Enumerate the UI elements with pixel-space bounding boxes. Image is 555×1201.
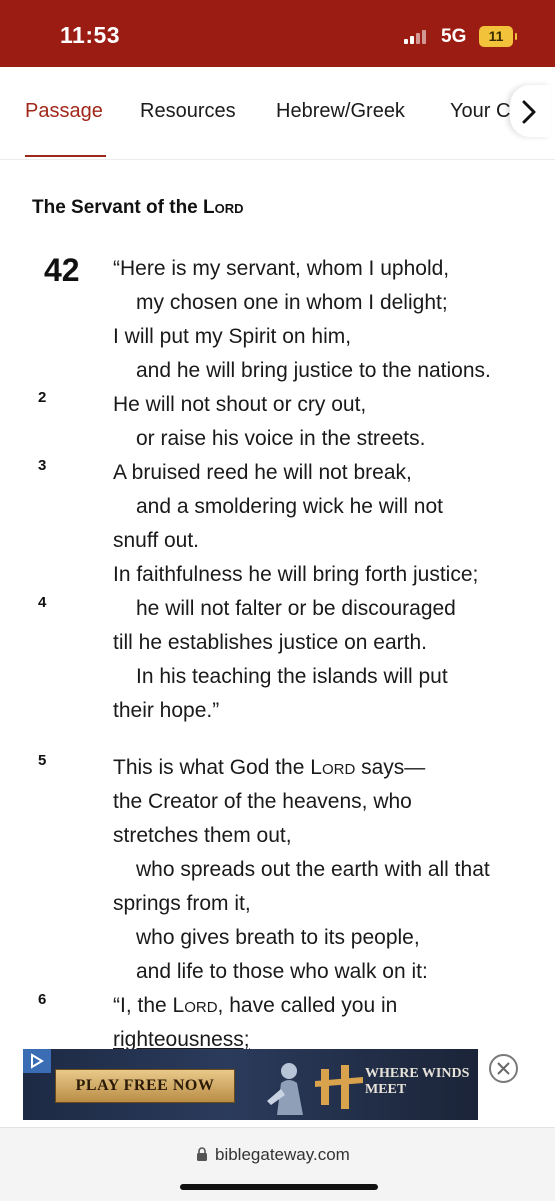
verse-text: This is what God the bbox=[113, 756, 311, 779]
verse-line: who gives breath to its people, bbox=[136, 926, 420, 949]
active-tab-indicator bbox=[25, 155, 106, 157]
verse-line: till he establishes justice on earth. bbox=[113, 631, 428, 654]
knight-illustration bbox=[267, 1063, 303, 1115]
verse-number: 6 bbox=[38, 991, 47, 1008]
tab-resources[interactable]: Resources bbox=[140, 100, 236, 123]
verse-line: stretches them out, bbox=[113, 824, 292, 847]
chapter-number: 42 bbox=[44, 252, 80, 288]
ad-banner[interactable]: PLAY FREE NOW WHERE WINDS MEET bbox=[23, 1049, 478, 1120]
ad-choices-icon[interactable] bbox=[23, 1049, 51, 1073]
verse-line: who spreads out the earth with all that bbox=[136, 858, 490, 881]
tab-your-content[interactable]: Your C bbox=[450, 100, 510, 123]
game-logo-icon bbox=[315, 1065, 363, 1109]
home-indicator bbox=[180, 1184, 378, 1190]
verse-text: says— bbox=[355, 756, 426, 779]
verse-line: the Creator of the heavens, who bbox=[113, 790, 412, 813]
ad-title: WHERE WINDS MEET bbox=[365, 1066, 470, 1097]
lord-small-caps: Lord bbox=[172, 994, 218, 1017]
ad-play-button[interactable]: PLAY FREE NOW bbox=[55, 1069, 235, 1103]
close-icon bbox=[497, 1062, 510, 1075]
battery-icon: 11 bbox=[479, 26, 517, 47]
heading-lord: Lord bbox=[203, 197, 244, 218]
url-text[interactable]: biblegateway.com bbox=[215, 1145, 350, 1165]
status-time: 11:53 bbox=[60, 22, 121, 48]
battery-level: 11 bbox=[488, 28, 504, 44]
lock-icon bbox=[197, 1147, 207, 1161]
verse-line: I will put my Spirit on him, bbox=[113, 325, 352, 348]
verse-line: springs from it, bbox=[113, 892, 251, 915]
verse-line: he will not falter or be discouraged bbox=[136, 597, 456, 620]
verse-line: and a smoldering wick he will not bbox=[136, 495, 443, 518]
verse-line: snuff out. bbox=[113, 529, 200, 552]
browser-address-bar[interactable]: biblegateway.com bbox=[0, 1127, 555, 1201]
verse-line: In his teaching the islands will put bbox=[136, 665, 448, 688]
heading-text: The Servant of the bbox=[32, 197, 204, 218]
status-bar: 11:53 5G 11 bbox=[0, 0, 555, 67]
verse-line: and life to those who walk on it: bbox=[136, 960, 428, 983]
lord-small-caps: Lord bbox=[310, 756, 356, 779]
tab-hebrew-greek[interactable]: Hebrew/Greek bbox=[276, 100, 405, 123]
tab-passage[interactable]: Passage bbox=[25, 100, 103, 123]
verse-line: my chosen one in whom I delight; bbox=[136, 291, 448, 314]
verse-line: righteousness; bbox=[113, 1028, 250, 1049]
section-heading: The Servant of the Lord bbox=[32, 197, 244, 219]
verse-text: , have called you in bbox=[217, 994, 398, 1017]
verse-line: their hope.” bbox=[113, 699, 220, 722]
ad-close-button[interactable] bbox=[489, 1054, 518, 1083]
verse-line: He will not shout or cry out, bbox=[113, 393, 367, 416]
verse-line: In faithfulness he will bring forth just… bbox=[113, 563, 479, 586]
chevron-right-icon bbox=[522, 100, 536, 124]
tab-overflow-clip: Your C bbox=[440, 67, 520, 159]
tabs-scroll-right-button[interactable] bbox=[510, 85, 550, 137]
cellular-signal-icon bbox=[404, 30, 430, 44]
verse-number: 4 bbox=[38, 594, 47, 611]
verse-line-v6: “I, the Lord, have called you in bbox=[113, 994, 397, 1018]
verse-line: “Here is my servant, whom I uphold, bbox=[113, 257, 450, 280]
verse-number: 3 bbox=[38, 457, 47, 474]
verse-number: 2 bbox=[38, 389, 47, 406]
verse-line-v5: This is what God the Lord says— bbox=[113, 756, 425, 780]
verse-line: and he will bring justice to the nations… bbox=[136, 359, 491, 382]
passage-content: The Servant of the Lord 42 2 3 4 5 6 “He… bbox=[0, 159, 555, 1049]
network-type: 5G bbox=[441, 26, 467, 47]
verse-text: “I, the bbox=[113, 994, 173, 1017]
passage-tab-bar: Passage Resources Hebrew/Greek Your C bbox=[0, 67, 555, 159]
verse-number: 5 bbox=[38, 752, 47, 769]
verse-line: or raise his voice in the streets. bbox=[136, 427, 426, 450]
verse-line: A bruised reed he will not break, bbox=[113, 461, 412, 484]
